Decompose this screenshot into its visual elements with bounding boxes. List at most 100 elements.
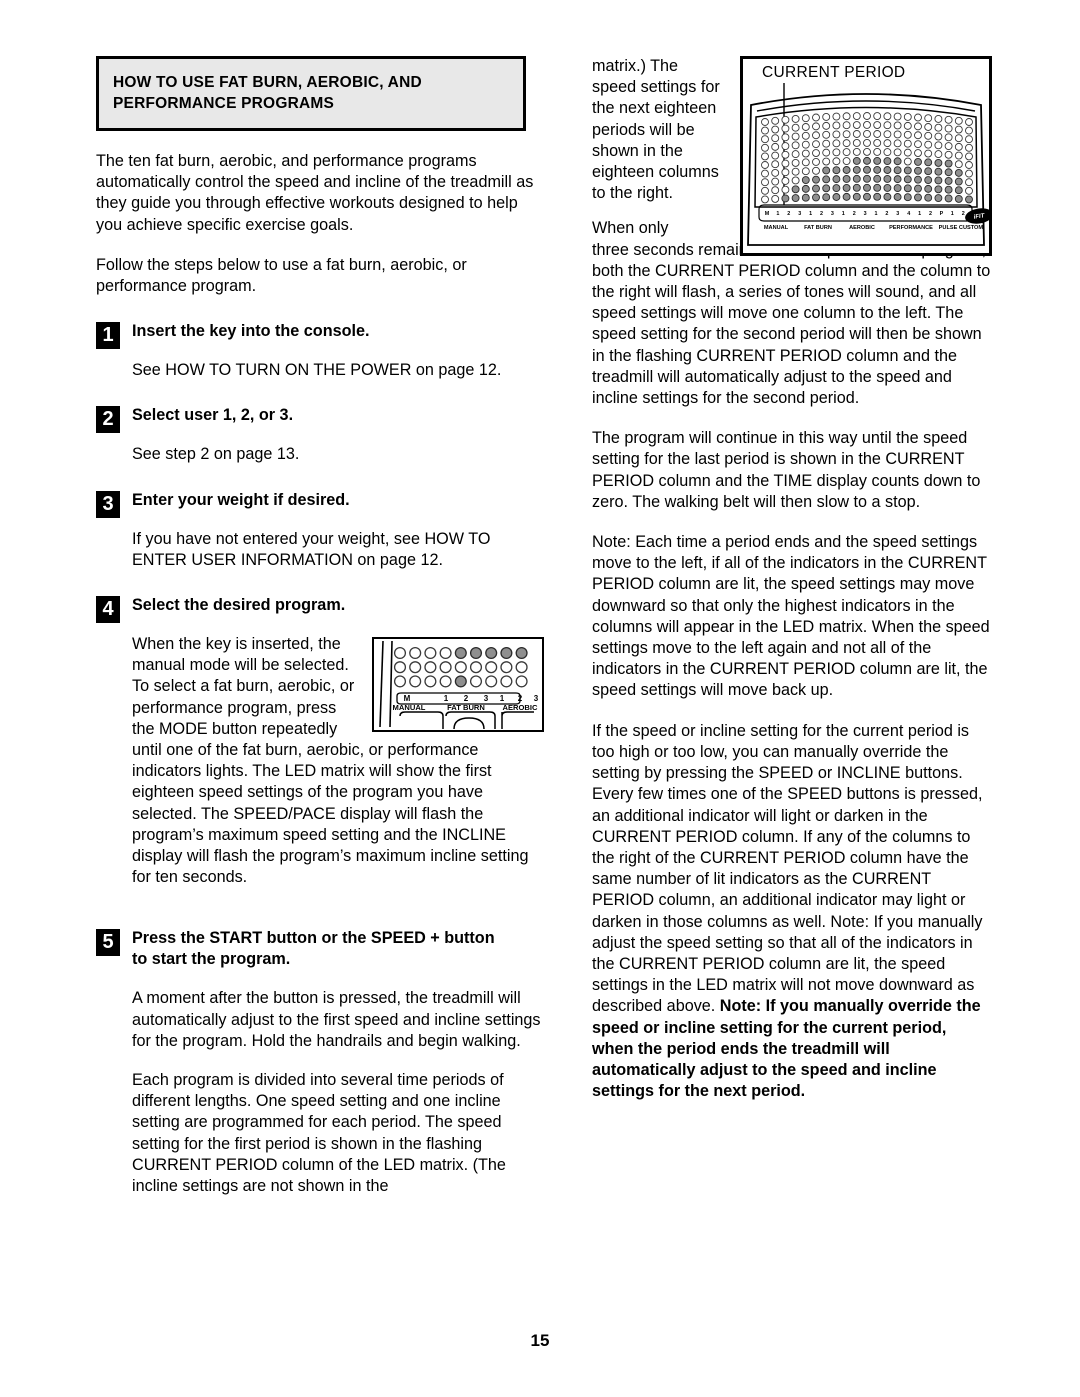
led-dot-on (944, 194, 953, 203)
led-dot-on (832, 166, 841, 175)
led-group-label: MANUAL (764, 225, 789, 231)
led-dot-off (812, 131, 820, 140)
led-dot-off (781, 185, 790, 194)
led-dot-off (791, 167, 800, 176)
led-dot-on (812, 175, 820, 184)
led-key-label: 2 (464, 694, 469, 703)
led-dot-on (873, 183, 882, 192)
led-dot-on (893, 157, 902, 166)
led-dot-off (761, 135, 769, 144)
led-dot-off (934, 150, 943, 159)
led-dot-off (965, 143, 973, 152)
led-key-label: 2 (929, 211, 932, 217)
led-dot-off (965, 161, 973, 169)
led-dot-off (801, 149, 810, 158)
led-dot-off (893, 121, 902, 130)
right-paragraph-4-normal: If the speed or incline setting for the … (592, 721, 983, 1016)
led-dot-on (469, 646, 483, 660)
led-dot-on (914, 157, 922, 166)
led-dot-on (893, 193, 902, 201)
led-group-label: CUSTOM (959, 225, 983, 231)
led-group-label: PULSE (939, 225, 958, 231)
led-dot-off (771, 125, 780, 134)
led-dot-off (801, 123, 810, 131)
led-key-label: 1 (444, 694, 449, 703)
led-dot-off (771, 177, 780, 186)
led-key-label: 2 (518, 694, 523, 703)
led-dot-off (924, 149, 933, 158)
led-dot-off (822, 121, 831, 130)
step-4-number: 4 (96, 596, 120, 624)
led-dot-off (903, 113, 912, 121)
led-dot-on (944, 177, 953, 185)
led-dot-on (954, 168, 963, 177)
step-5-title-line-1: Press the START button or the SPEED + bu… (132, 929, 495, 948)
led-dot-off (914, 149, 922, 157)
led-dot-off (761, 118, 769, 126)
left-column: HOW TO USE FAT BURN, AEROBIC, AND PERFOR… (96, 56, 544, 1197)
led-dot-off (761, 126, 769, 135)
led-dot-on (924, 167, 933, 176)
led-dot-off (832, 148, 841, 157)
led-dot-off (903, 148, 912, 157)
right-paragraph-when-only: When only (592, 219, 669, 238)
led-dot-off (954, 142, 963, 151)
led-dot-off (761, 186, 769, 195)
led-dot-on (812, 184, 820, 193)
led-dot-off (944, 150, 953, 159)
led-dot-off (791, 176, 800, 185)
step-5: 5 Press the START button or the SPEED + … (96, 928, 544, 1197)
led-dot-on (954, 194, 963, 203)
led-dot-off (791, 141, 800, 150)
led-dot-off (771, 194, 780, 203)
led-dot-off (863, 129, 871, 138)
led-dot-off (873, 139, 882, 147)
led-dot-off (924, 123, 933, 131)
led-dot-off (944, 115, 953, 124)
led-dot-on (903, 184, 912, 193)
led-dot-on (965, 195, 973, 204)
led-dot-off (965, 135, 973, 144)
led-dot-on (822, 184, 831, 193)
led-dot-on (893, 175, 902, 184)
led-dot-off (409, 646, 422, 660)
led-key-label: 2 (885, 211, 888, 217)
led-dot-off (954, 116, 963, 125)
led-dot-on (852, 156, 861, 165)
led-key-label: 2 (787, 211, 790, 217)
led-dot-off (781, 124, 790, 133)
led-dot-on (842, 192, 851, 201)
led-dot-off (801, 167, 810, 176)
led-dot-off (393, 661, 407, 674)
led-dot-off (893, 139, 902, 148)
led-dot-off (485, 661, 498, 674)
led-dot-off (863, 138, 871, 147)
led-dot-off (791, 114, 800, 123)
led-dot-on (883, 166, 892, 174)
led-dot-off (812, 122, 820, 131)
led-dot-on (454, 675, 467, 688)
step-5-title-line-2: to start the program. (132, 950, 291, 969)
led-dot-off (832, 130, 841, 139)
led-dot-off (893, 130, 902, 139)
led-dot-off (515, 661, 528, 674)
console-small-key-numbers: M 1 2 3 1 2 3 (404, 694, 539, 703)
led-dot-off (903, 121, 912, 130)
led-dot-on (842, 166, 851, 174)
led-dot-on (822, 175, 831, 184)
led-key-label: 1 (776, 211, 779, 217)
led-dot-off (812, 149, 820, 157)
led-dot-off (812, 157, 820, 166)
led-dot-on (883, 157, 892, 165)
led-dot-off (883, 121, 892, 130)
led-key-label: 1 (500, 694, 505, 703)
led-dot-off (965, 178, 973, 187)
right-paragraph-wrap-top: matrix.) The speed settings for the next… (592, 57, 720, 203)
led-dot-off (801, 131, 810, 140)
led-key-label: 4 (907, 211, 910, 217)
led-dot-off (873, 112, 882, 121)
led-dot-off (832, 112, 841, 121)
led-dot-off (832, 157, 841, 166)
led-dot-on (873, 165, 882, 174)
led-dot-on (801, 184, 810, 193)
